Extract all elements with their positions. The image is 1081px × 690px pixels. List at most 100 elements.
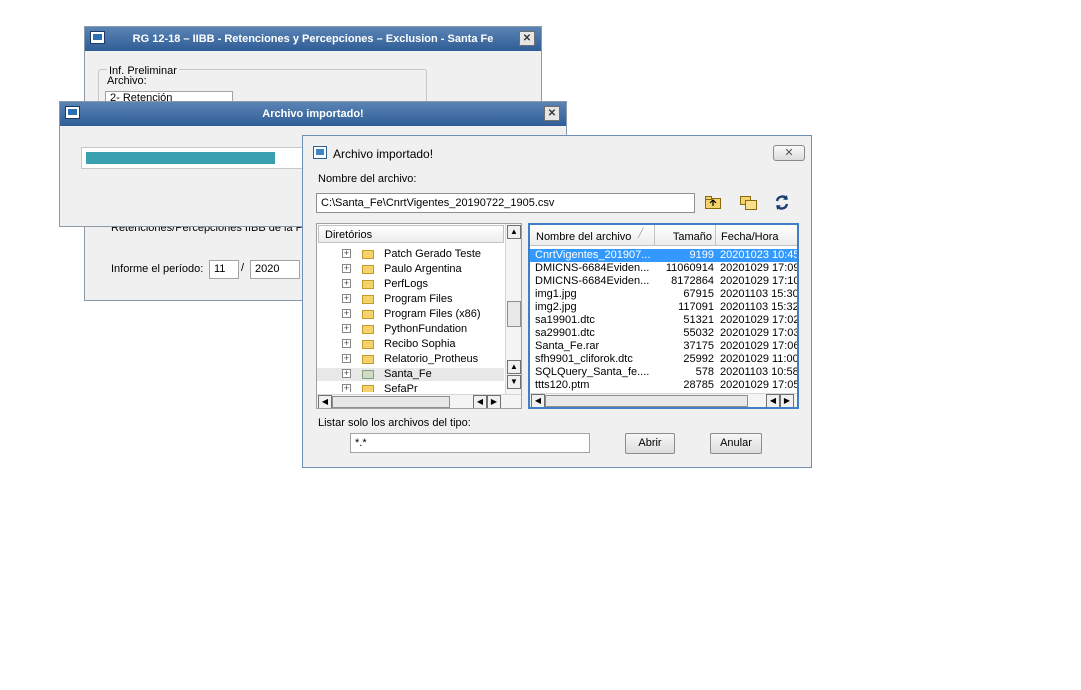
close-icon[interactable]: ✕ [773,145,805,161]
file-name: sa29901.dtc [535,327,595,339]
tree-item[interactable]: + Program Files (x86) [317,308,504,321]
folder-icon [362,325,374,334]
folder-icon [362,295,374,304]
file-date: 20201029 17:05 [720,379,797,391]
tree-item[interactable]: + Patch Gerado Teste [317,248,504,261]
file-hscroll[interactable]: ◀ ◀ ▶ [530,393,797,407]
file-row[interactable]: SQLQuery_Santa_fe.... 578 20201103 10:58 [530,366,797,379]
file-hscroll-thumb[interactable] [545,395,748,407]
scroll-left-arrow[interactable]: ◀ [318,395,332,408]
scroll-right-arrow[interactable]: ▶ [487,395,501,408]
tree-item[interactable]: + PerfLogs [317,278,504,291]
tree-vscroll-thumb[interactable] [507,301,521,327]
tree-hscroll-thumb[interactable] [332,396,450,408]
filename-label: Nombre del archivo: [318,173,417,185]
folder-up-icon[interactable] [705,195,721,209]
col-name-header[interactable]: Nombre del archivo ╱ [530,225,655,245]
file-list[interactable]: Nombre del archivo ╱ Tamaño Fecha/Hora C… [528,223,799,409]
expand-icon[interactable]: + [342,294,351,303]
file-name: SQLQuery_Santa_fe.... [535,366,650,378]
expand-icon[interactable]: + [342,264,351,273]
file-size: 578 [695,366,714,378]
archivo-label: Archivo: [107,75,147,87]
tree-hscroll[interactable]: ◀ ◀ ▶ [317,394,521,408]
open-button[interactable]: Abrir [625,433,675,454]
tree-item-label: PythonFundation [384,323,468,335]
expand-icon[interactable]: + [342,309,351,318]
year-input[interactable]: 2020 [250,260,300,279]
file-row[interactable]: DMICNS-6684Eviden... 11060914 20201029 17:… [530,262,797,275]
file-date: 20201103 10:58 [720,366,797,378]
tree-item[interactable]: + Relatorio_Protheus [317,353,504,366]
cancel-button[interactable]: Anular [710,433,762,454]
expand-icon[interactable]: + [342,324,351,333]
file-date: 20201029 17:09 [720,262,797,274]
folder-new-icon[interactable] [740,195,757,210]
tree-vscroll[interactable]: ▲ ▲ ▼ [505,224,521,394]
bg-window-title: RG 12-18 – IIBB - Retenciones y Percepci… [132,33,494,45]
expand-icon[interactable]: + [342,384,351,392]
file-row[interactable]: img1.jpg 67915 20201103 15:30 [530,288,797,301]
file-date: 20201029 17:06 [720,340,797,352]
col-date-header[interactable]: Fecha/Hora [716,225,797,245]
file-name: DMICNS-6684Eviden... [535,275,650,287]
expand-icon[interactable]: + [342,279,351,288]
file-row[interactable]: sfh9901_cliforok.dtc 25992 20201029 11:00 [530,353,797,366]
scroll-down-arrow[interactable]: ▼ [507,375,521,389]
filename-input[interactable]: C:\Santa_Fe\CnrtVigentes_20190722_1905.c… [316,193,695,213]
sort-indicator-icon: ╱ [638,228,644,238]
file-dialog-titlebar[interactable]: Archivo importado! ✕ [303,136,811,170]
progress-fill [86,152,275,164]
file-date: 20201029 17:02 [720,314,797,326]
close-icon[interactable]: ✕ [544,106,560,121]
file-date: 20201103 15:32 [720,301,797,313]
file-row[interactable]: Santa_Fe.rar 37175 20201029 17:06 [530,340,797,353]
folder-icon [362,280,374,289]
scroll-up-arrow[interactable]: ▲ [507,360,521,374]
expand-icon[interactable]: + [342,354,351,363]
close-icon[interactable]: ✕ [519,31,535,46]
tree-item[interactable]: + Paulo Argentina [317,263,504,276]
file-row[interactable]: sa19901.dtc 51321 20201029 17:02 [530,314,797,327]
scroll-left-arrow[interactable]: ◀ [473,395,487,408]
progress-window-titlebar[interactable]: Archivo importado! ✕ [60,102,566,126]
scroll-right-arrow[interactable]: ▶ [780,394,794,407]
filter-label: Listar solo los archivos del tipo: [318,417,471,429]
tree-header[interactable]: Diretórios [318,225,504,243]
filter-input[interactable]: *.* [350,433,590,453]
folder-icon [362,355,374,364]
scroll-left-arrow[interactable]: ◀ [766,394,780,407]
window-icon [313,146,327,159]
file-row[interactable]: sa29901.dtc 55032 20201029 17:03 [530,327,797,340]
file-row[interactable]: CnrtVigentes_201907... 9199 20201023 10:45 [530,249,797,262]
file-row[interactable]: img2.jpg 117091 20201103 15:32 [530,301,797,314]
period-slash: / [241,262,245,274]
tree-item-label: SefaPr [384,383,418,392]
file-date: 20201103 15:30 [720,288,797,300]
tree-item[interactable]: + Recibo Sophia [317,338,504,351]
tree-item[interactable]: + Santa_Fe [317,368,504,381]
directory-tree[interactable]: Diretórios + Patch Gerado Teste + Paulo Arg… [316,223,522,409]
col-size-header[interactable]: Tamaño [655,225,716,245]
expand-icon[interactable]: + [342,339,351,348]
tree-item[interactable]: + PythonFundation [317,323,504,336]
tree-item-label: Paulo Argentina [384,263,462,275]
file-size: 117091 [678,301,714,313]
refresh-icon[interactable] [774,194,790,211]
expand-icon[interactable]: + [342,249,351,258]
bg-window-titlebar[interactable]: RG 12-18 – IIBB - Retenciones y Percepci… [85,27,541,51]
folder-icon [362,385,374,392]
file-name: sfh9901_cliforok.dtc [535,353,633,365]
file-size: 25992 [683,353,714,365]
month-input[interactable]: 11 [209,260,239,279]
tree-item[interactable]: + Program Files [317,293,504,306]
scroll-left-arrow[interactable]: ◀ [531,394,545,407]
file-date: 20201023 10:45 [720,249,797,261]
expand-icon[interactable]: + [342,369,351,378]
file-date: 20201029 11:00 [720,353,797,365]
file-row[interactable]: ttts120.ptm 28785 20201029 17:05 [530,379,797,392]
file-row[interactable]: DMICNS-6684Eviden... 8172864 20201029 17:1… [530,275,797,288]
file-date: 20201029 17:10 [720,275,797,287]
tree-item[interactable]: + SefaPr [317,383,504,392]
scroll-up-arrow[interactable]: ▲ [507,225,521,239]
